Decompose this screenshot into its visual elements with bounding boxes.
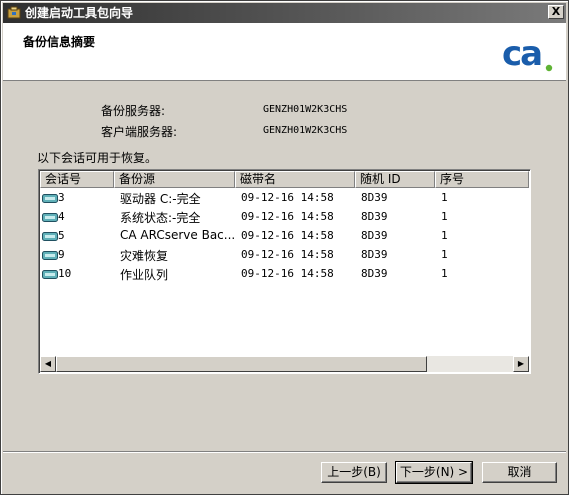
session-tape-icon [42, 232, 58, 241]
backup-source: 驱动器 C:-完全 [120, 192, 201, 206]
ca-logo-dot [545, 64, 553, 72]
session-number: 10 [58, 267, 72, 280]
col-header-seq[interactable]: 序号 [435, 171, 529, 188]
col-header-random-id[interactable]: 随机 ID [355, 171, 435, 188]
footer-divider [3, 451, 566, 453]
session-tape-icon [42, 213, 58, 222]
tape-name: 09-12-16 14:58 [241, 229, 334, 242]
session-tape-icon [42, 270, 58, 279]
client-server-label: 客户端服务器: [101, 125, 178, 139]
tape-name: 09-12-16 14:58 [241, 191, 334, 204]
table-row[interactable]: 5 CA ARCserve Bac... 09-12-16 14:58 8D39 1 [40, 227, 529, 246]
session-number: 9 [58, 248, 65, 261]
tape-name: 09-12-16 14:58 [241, 267, 334, 280]
sequence-number: 1 [441, 210, 448, 223]
scroll-thumb[interactable] [56, 356, 427, 372]
sequence-number: 1 [441, 248, 448, 261]
random-id: 8D39 [361, 191, 388, 204]
tape-name: 09-12-16 14:58 [241, 210, 334, 223]
random-id: 8D39 [361, 248, 388, 261]
page-heading: 备份信息摘要 [23, 35, 96, 49]
sequence-number: 1 [441, 267, 448, 280]
backup-server-value: GENZH01W2K3CHS [263, 104, 348, 115]
session-tape-icon [42, 194, 58, 203]
session-tape-icon [42, 251, 58, 260]
close-button[interactable]: X [548, 5, 564, 19]
horizontal-scrollbar[interactable]: ◀ ▶ [40, 356, 529, 372]
col-header-tape[interactable]: 磁带名 [235, 171, 355, 188]
session-number: 3 [58, 191, 65, 204]
random-id: 8D39 [361, 210, 388, 223]
ca-logo: ca [502, 34, 553, 73]
backup-source: 灾难恢复 [120, 249, 169, 263]
title-bar: 创建启动工具包向导 X [3, 3, 566, 23]
col-header-source[interactable]: 备份源 [114, 171, 235, 188]
sessions-caption: 以下会话可用于恢复。 [37, 151, 158, 165]
session-number: 4 [58, 210, 65, 223]
random-id: 8D39 [361, 267, 388, 280]
tape-name: 09-12-16 14:58 [241, 248, 334, 261]
window-title: 创建启动工具包向导 [25, 6, 134, 20]
backup-source: 作业队列 [120, 268, 169, 282]
table-row[interactable]: 9 灾难恢复 09-12-16 14:58 8D39 1 [40, 246, 529, 265]
random-id: 8D39 [361, 229, 388, 242]
sequence-number: 1 [441, 191, 448, 204]
backup-source: CA ARCserve Bac... [120, 228, 236, 242]
backup-source: 系统状态:-完全 [120, 211, 201, 225]
scroll-right-arrow-icon[interactable]: ▶ [513, 356, 529, 372]
table-row[interactable]: 3 驱动器 C:-完全 09-12-16 14:58 8D39 1 [40, 189, 529, 208]
header-panel: 备份信息摘要 ca [3, 23, 566, 81]
cancel-button[interactable]: 取消 [482, 462, 557, 483]
sequence-number: 1 [441, 229, 448, 242]
col-header-session[interactable]: 会话号 [40, 171, 114, 188]
wizard-app-icon [7, 6, 21, 19]
table-row[interactable]: 4 系统状态:-完全 09-12-16 14:58 8D39 1 [40, 208, 529, 227]
table-row[interactable]: 10 作业队列 09-12-16 14:58 8D39 1 [40, 265, 529, 284]
ca-logo-text: ca [502, 34, 541, 73]
wizard-window: 创建启动工具包向导 X 备份信息摘要 ca 备份服务器: GENZH01W2K3… [0, 0, 569, 495]
next-button[interactable]: 下一步(N) > [395, 461, 473, 484]
sessions-list[interactable]: 会话号 备份源 磁带名 随机 ID 序号 3 驱动器 C:-完全 09-12-16 … [38, 169, 531, 374]
scroll-left-arrow-icon[interactable]: ◀ [40, 356, 56, 372]
backup-server-label: 备份服务器: [101, 104, 166, 118]
session-number: 5 [58, 229, 65, 242]
back-button[interactable]: 上一步(B) [321, 462, 387, 483]
client-server-value: GENZH01W2K3CHS [263, 125, 348, 136]
